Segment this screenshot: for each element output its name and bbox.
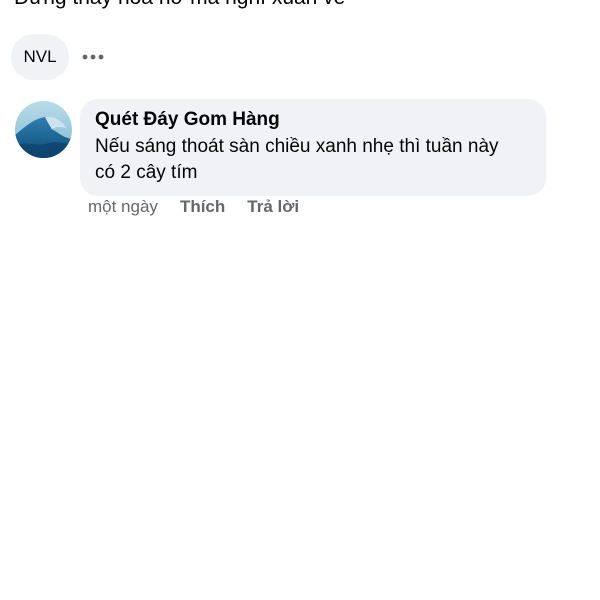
comment-actions: một ngày Thích Trả lời — [88, 196, 321, 218]
more-horizontal-icon[interactable] — [81, 45, 105, 69]
previous-comment-text: Đừng thấy hoa nở mà nghĩ xuân về — [14, 0, 345, 10]
comment-timestamp[interactable]: một ngày — [88, 196, 158, 218]
ocean-wave-avatar-icon — [15, 101, 72, 158]
like-button[interactable]: Thích — [180, 196, 225, 218]
comment: Quét Đáy Gom Hàng Nếu sáng thoát sàn chi… — [15, 99, 546, 196]
comment-bubble: Quét Đáy Gom Hàng Nếu sáng thoát sàn chi… — [80, 99, 546, 196]
nvl-chip[interactable]: NVL — [11, 34, 69, 80]
avatar[interactable] — [15, 101, 72, 158]
comment-author[interactable]: Quét Đáy Gom Hàng — [95, 108, 529, 132]
comment-text-line: có 2 cây tím — [95, 162, 198, 183]
comment-text: Nếu sáng thoát sàn chiều xanh nhẹ thì tu… — [95, 134, 529, 186]
reply-context-bar: NVL — [11, 34, 105, 80]
more-dots-svg — [82, 54, 104, 60]
reply-button[interactable]: Trả lời — [247, 196, 299, 218]
comment-text-line: Nếu sáng thoát sàn chiều xanh nhẹ thì tu… — [95, 136, 499, 157]
